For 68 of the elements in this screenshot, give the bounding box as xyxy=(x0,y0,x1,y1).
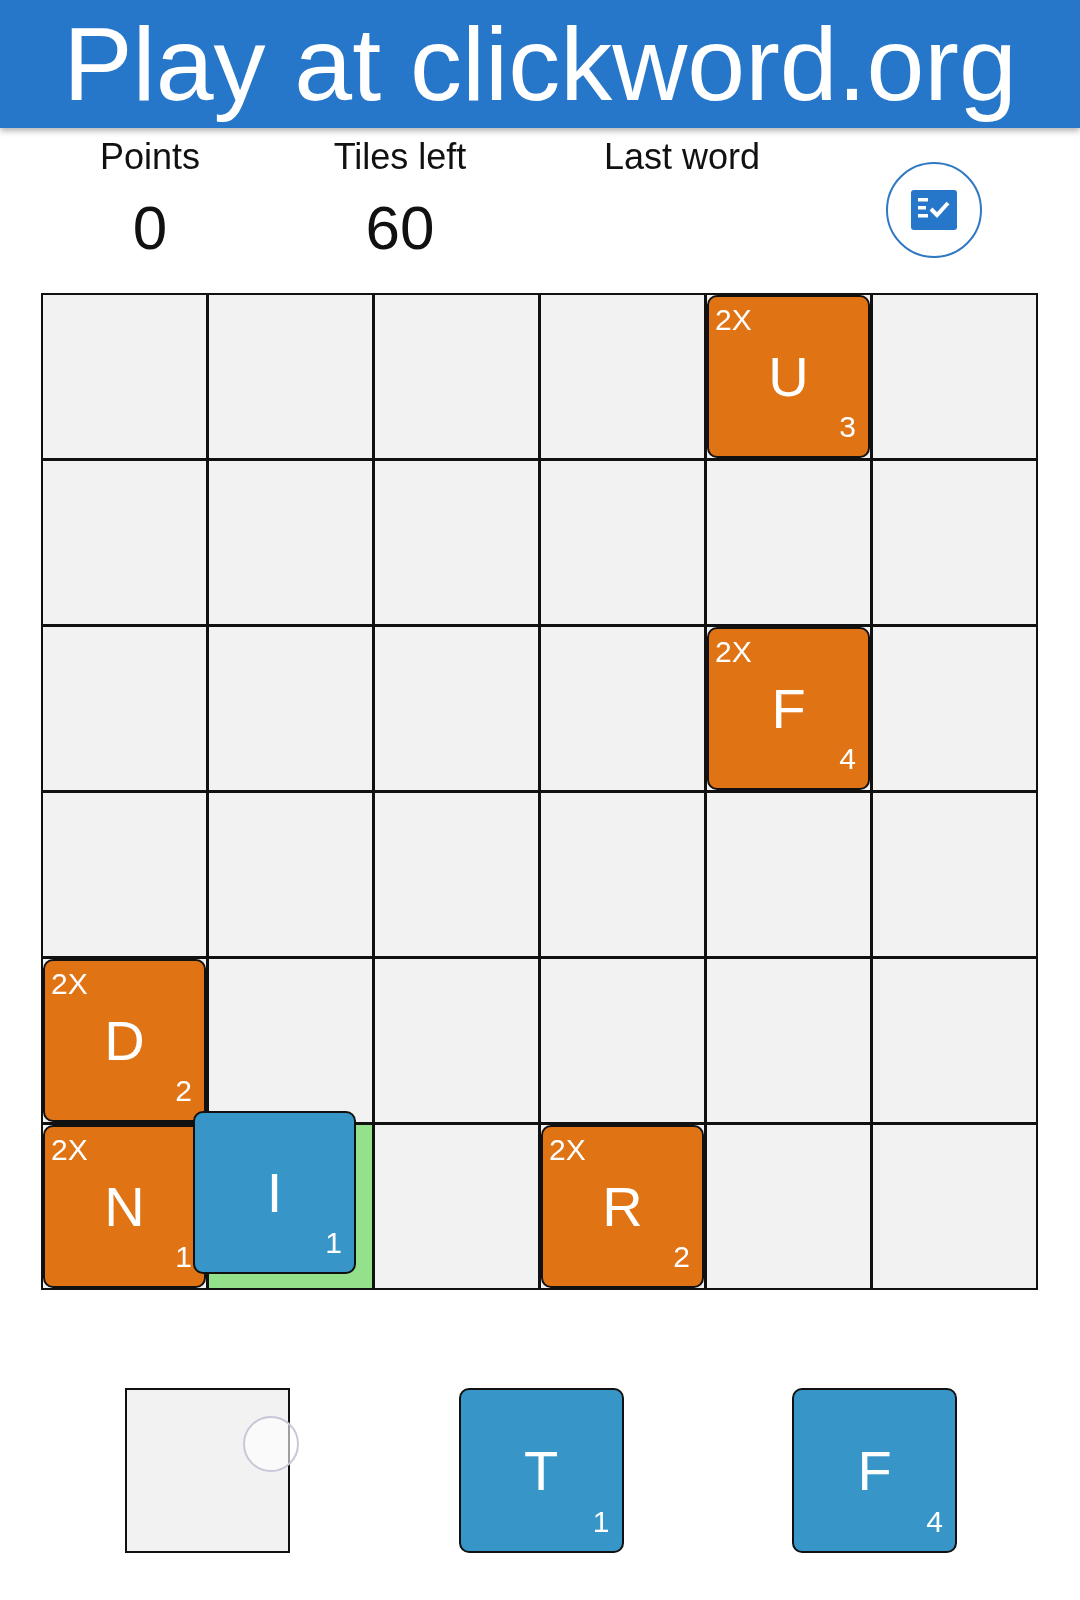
dragged-tile[interactable]: I 1 xyxy=(193,1111,356,1274)
board-cell[interactable] xyxy=(873,959,1036,1122)
tile-letter: T xyxy=(523,1438,559,1502)
checklist-icon xyxy=(911,190,957,230)
tile-letter: R xyxy=(602,1174,643,1238)
board-cell[interactable] xyxy=(375,295,538,458)
tile-points: 2 xyxy=(673,1242,690,1272)
board-cell[interactable] xyxy=(209,461,372,624)
touch-indicator xyxy=(243,1416,299,1472)
bonus-label: 2X xyxy=(715,637,752,667)
board-cell[interactable] xyxy=(375,959,538,1122)
board-cell[interactable] xyxy=(375,461,538,624)
board-cell[interactable] xyxy=(43,793,206,956)
board-cell[interactable] xyxy=(707,793,870,956)
bonus-label: 2X xyxy=(715,305,752,335)
board-cell[interactable] xyxy=(541,461,704,624)
bonus-label: 2X xyxy=(51,969,88,999)
board-cell[interactable] xyxy=(541,793,704,956)
tile-letter: D xyxy=(104,1008,145,1072)
board-cell[interactable] xyxy=(873,627,1036,790)
board-cell[interactable] xyxy=(209,627,372,790)
stat-value: 60 xyxy=(365,192,435,263)
letter-tile[interactable]: 2X F 4 xyxy=(707,627,870,790)
banner: Play at clickword.org xyxy=(0,0,1080,128)
rack-tile[interactable]: F 4 xyxy=(792,1388,957,1553)
tile-letter: U xyxy=(768,344,809,408)
board-cell[interactable] xyxy=(707,461,870,624)
board-cell[interactable] xyxy=(541,959,704,1122)
board-cell[interactable] xyxy=(209,793,372,956)
board-cell[interactable] xyxy=(541,627,704,790)
letter-tile[interactable]: 2X U 3 xyxy=(707,295,870,458)
tile-letter: I xyxy=(266,1160,283,1224)
tile-points: 4 xyxy=(839,744,856,774)
board-cell[interactable] xyxy=(43,461,206,624)
board-cell[interactable] xyxy=(707,959,870,1122)
rack-tile[interactable]: T 1 xyxy=(458,1388,624,1553)
board-cell[interactable] xyxy=(873,793,1036,956)
board-cell[interactable] xyxy=(209,959,372,1122)
tile-points: 4 xyxy=(926,1507,943,1537)
empty-rack-slot[interactable] xyxy=(125,1388,290,1553)
tile-letter: N xyxy=(104,1174,145,1238)
board-cell[interactable] xyxy=(375,793,538,956)
board-cell[interactable] xyxy=(541,295,704,458)
tile-points: 1 xyxy=(592,1507,610,1537)
bonus-label: 2X xyxy=(549,1135,586,1165)
board-cell[interactable] xyxy=(873,295,1036,458)
board-cell[interactable] xyxy=(873,1125,1036,1288)
tile-points: 1 xyxy=(175,1242,192,1272)
board-cell[interactable] xyxy=(209,295,372,458)
board-cell[interactable] xyxy=(707,1125,870,1288)
letter-tile[interactable]: 2X R 2 xyxy=(541,1125,704,1288)
tile-points: 1 xyxy=(325,1228,342,1258)
board-cell[interactable] xyxy=(375,627,538,790)
board-cell[interactable] xyxy=(43,627,206,790)
board-cell[interactable] xyxy=(43,295,206,458)
board-cell[interactable] xyxy=(873,461,1036,624)
tile-letter: F xyxy=(857,1438,892,1502)
tile-letter: F xyxy=(771,676,806,740)
stat-label: Tiles left xyxy=(333,136,467,178)
letter-tile[interactable]: 2X N 1 xyxy=(43,1125,206,1288)
tile-points: 2 xyxy=(175,1076,192,1106)
stat-label: Last word xyxy=(603,136,761,178)
stat-value: 0 xyxy=(132,192,168,263)
bonus-label: 2X xyxy=(51,1135,88,1165)
letter-tile[interactable]: 2X D 2 xyxy=(43,959,206,1122)
tile-points: 3 xyxy=(839,412,856,442)
stat-label: Points xyxy=(99,136,201,178)
board-cell[interactable] xyxy=(375,1125,538,1288)
